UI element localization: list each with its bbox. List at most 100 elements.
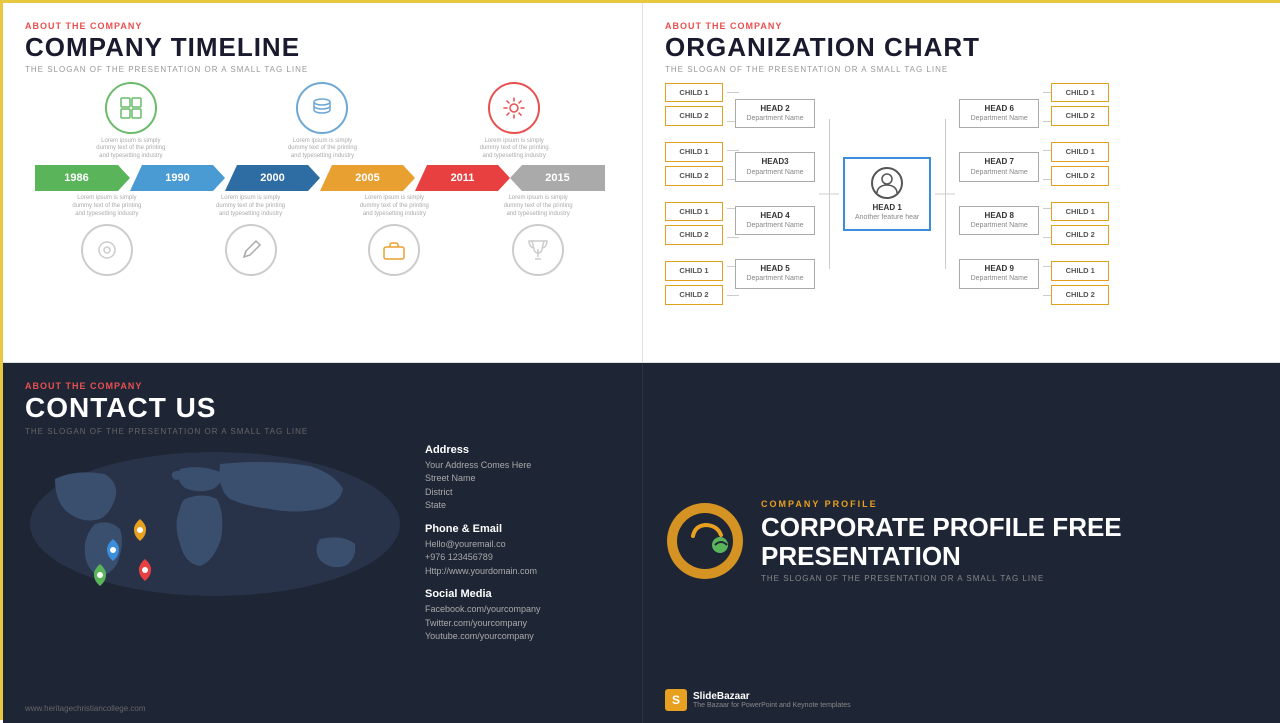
org-head-9: HEAD 9 Department Name <box>959 259 1039 288</box>
world-map <box>25 444 405 604</box>
org-head-6: HEAD 6 Department Name <box>959 99 1039 128</box>
address-lines: Your Address Comes HereStreet NameDistri… <box>425 459 620 513</box>
timeline-icon-bottom-3: Lorem ipsum is simply dummy text of the … <box>354 195 434 280</box>
contact-social-section: Social Media Facebook.com/yourcompanyTwi… <box>425 588 620 644</box>
timeline-icons-bottom: Lorem ipsum is simply dummy text of the … <box>25 195 620 280</box>
panel-org: ABOUT THE COMPANY ORGANIZATION CHART THE… <box>643 3 1280 363</box>
website-footer: www.heritagechristiancollege.com <box>25 704 146 713</box>
corp-title: CORPORATE PROFILE FREE PRESENTATION <box>761 513 1181 570</box>
org-child-2-1: CHILD 1 <box>665 142 723 162</box>
year-1986: 1986 <box>35 165 130 191</box>
timeline-icon-3: Lorem ipsum is simply dummy text of the … <box>474 82 554 161</box>
org-chart-area: CHILD 1 CHILD 2 CHILD 1 CHILD 2 CHILD 1 … <box>665 82 1261 306</box>
org-avatar <box>871 167 903 199</box>
icon-database <box>296 82 348 134</box>
org-rchild-2-2: CHILD 2 <box>1051 166 1109 186</box>
address-title: Address <box>425 444 620 456</box>
org-title: ORGANIZATION CHART <box>665 33 1261 62</box>
org-child-1-2: CHILD 2 <box>665 106 723 126</box>
icon-briefcase <box>368 224 420 276</box>
icon-gear <box>488 82 540 134</box>
org-head-7: HEAD 7 Department Name <box>959 152 1039 181</box>
phone-lines: Hello@youremail.co+976 123456789Http://w… <box>425 538 620 579</box>
org-head-5: HEAD 5 Department Name <box>735 259 815 288</box>
org-child-3-1: CHILD 1 <box>665 202 723 222</box>
corp-logo-area: COMPANY PROFILE CORPORATE PROFILE FREE P… <box>665 499 1181 583</box>
slidebazaar-logo: S <box>665 689 687 711</box>
year-2011: 2011 <box>415 165 510 191</box>
icon-desc-1: Lorem ipsum is simply dummy text of the … <box>91 138 171 161</box>
icon-pencil <box>225 224 277 276</box>
timeline-icon-bottom-1: Lorem ipsum is simply dummy text of the … <box>67 195 147 280</box>
org-head-8: HEAD 8 Department Name <box>959 206 1039 235</box>
year-2005: 2005 <box>320 165 415 191</box>
org-rchild-3-2: CHILD 2 <box>1051 225 1109 245</box>
icon-bottom-desc-3: Lorem ipsum is simply dummy text of the … <box>354 195 434 218</box>
timeline-icon-1: Lorem ipsum is simply dummy text of the … <box>91 82 171 161</box>
icon-circle-bottom-1 <box>81 224 133 276</box>
contact-info: Address Your Address Comes HereStreet Na… <box>425 444 620 654</box>
timeline-bar: 1986 1990 2000 2005 2011 2015 <box>35 165 610 191</box>
corp-logo-icon <box>665 501 745 581</box>
social-lines: Facebook.com/yourcompanyTwitter.com/your… <box>425 603 620 644</box>
panel-contact: ABOUT THE COMPANY CONTACT US THE SLOGAN … <box>3 363 643 723</box>
slidebazaar-sub: The Bazaar for PowerPoint and Keynote te… <box>693 702 851 709</box>
icon-bottom-desc-1: Lorem ipsum is simply dummy text of the … <box>67 195 147 218</box>
contact-about: ABOUT THE COMPANY <box>25 381 620 391</box>
year-2000: 2000 <box>225 165 320 191</box>
timeline-title: COMPANY TIMELINE <box>25 33 620 62</box>
org-rchild-3-1: CHILD 1 <box>1051 202 1109 222</box>
org-child-2-2: CHILD 2 <box>665 166 723 186</box>
icon-trophy <box>512 224 564 276</box>
contact-content: Address Your Address Comes HereStreet Na… <box>25 444 620 654</box>
org-right-children-col: CHILD 1 CHILD 2 CHILD 1 CHILD 2 CHILD 1 … <box>1051 83 1109 305</box>
timeline-icon-bottom-4: Lorem ipsum is simply dummy text of the … <box>498 195 578 280</box>
year-2015: 2015 <box>510 165 605 191</box>
slidebazaar-text: SlideBazaar The Bazaar for PowerPoint an… <box>693 691 851 709</box>
org-head-2: HEAD 2 Department Name <box>735 99 815 128</box>
contact-title: CONTACT US <box>25 393 620 424</box>
icon-desc-2: Lorem ipsum is simply dummy text of the … <box>282 138 362 161</box>
org-right-heads-col: HEAD 6 Department Name HEAD 7 Department… <box>959 99 1039 289</box>
org-left-heads-col: HEAD 2 Department Name HEAD3 Department … <box>735 99 815 289</box>
timeline-icon-bottom-2: Lorem ipsum is simply dummy text of the … <box>211 195 291 280</box>
org-left-children-col: CHILD 1 CHILD 2 CHILD 1 CHILD 2 CHILD 1 … <box>665 83 723 305</box>
icon-desc-3: Lorem ipsum is simply dummy text of the … <box>474 138 554 161</box>
org-rchild-1-2: CHILD 2 <box>1051 106 1109 126</box>
org-head1-name: HEAD 1 <box>872 203 901 212</box>
slidebazaar-footer: S SlideBazaar The Bazaar for PowerPoint … <box>665 689 851 711</box>
org-rchild-2-1: CHILD 1 <box>1051 142 1109 162</box>
timeline-about: ABOUT THE COMPANY <box>25 21 620 31</box>
phone-title: Phone & Email <box>425 523 620 535</box>
timeline-icon-2: Lorem ipsum is simply dummy text of the … <box>282 82 362 161</box>
slidebazaar-name: SlideBazaar <box>693 691 851 702</box>
timeline-icons-top: Lorem ipsum is simply dummy text of the … <box>25 82 620 161</box>
corp-tagline: THE SLOGAN OF THE PRESENTATION OR A SMAL… <box>761 574 1181 583</box>
org-tagline: THE SLOGAN OF THE PRESENTATION OR A SMAL… <box>665 65 1261 74</box>
org-rchild-4-2: CHILD 2 <box>1051 285 1109 305</box>
org-child-3-2: CHILD 2 <box>665 225 723 245</box>
contact-tagline: THE SLOGAN OF THE PRESENTATION OR A SMAL… <box>25 427 620 436</box>
org-rchild-4-1: CHILD 1 <box>1051 261 1109 281</box>
icon-bottom-desc-2: Lorem ipsum is simply dummy text of the … <box>211 195 291 218</box>
corp-profile-label: COMPANY PROFILE <box>761 499 1181 509</box>
corp-brand: COMPANY PROFILE CORPORATE PROFILE FREE P… <box>761 499 1181 583</box>
panel-timeline: ABOUT THE COMPANY COMPANY TIMELINE THE S… <box>3 3 643 363</box>
icon-cubes <box>105 82 157 134</box>
timeline-tagline: THE SLOGAN OF THE PRESENTATION OR A SMAL… <box>25 65 620 74</box>
org-child-4-2: CHILD 2 <box>665 285 723 305</box>
contact-address-section: Address Your Address Comes HereStreet Na… <box>425 444 620 513</box>
panel-corp: COMPANY PROFILE CORPORATE PROFILE FREE P… <box>643 363 1280 723</box>
org-about: ABOUT THE COMPANY <box>665 21 1261 31</box>
org-head-3: HEAD3 Department Name <box>735 152 815 181</box>
year-1990: 1990 <box>130 165 225 191</box>
org-head-4: HEAD 4 Department Name <box>735 206 815 235</box>
social-title: Social Media <box>425 588 620 600</box>
org-head1-desc: Another feature hear <box>855 214 919 221</box>
contact-phone-section: Phone & Email Hello@youremail.co+976 123… <box>425 523 620 579</box>
org-rchild-1-1: CHILD 1 <box>1051 83 1109 103</box>
org-child-1-1: CHILD 1 <box>665 83 723 103</box>
org-child-4-1: CHILD 1 <box>665 261 723 281</box>
org-center: HEAD 1 Another feature hear <box>843 157 931 231</box>
icon-bottom-desc-4: Lorem ipsum is simply dummy text of the … <box>498 195 578 218</box>
